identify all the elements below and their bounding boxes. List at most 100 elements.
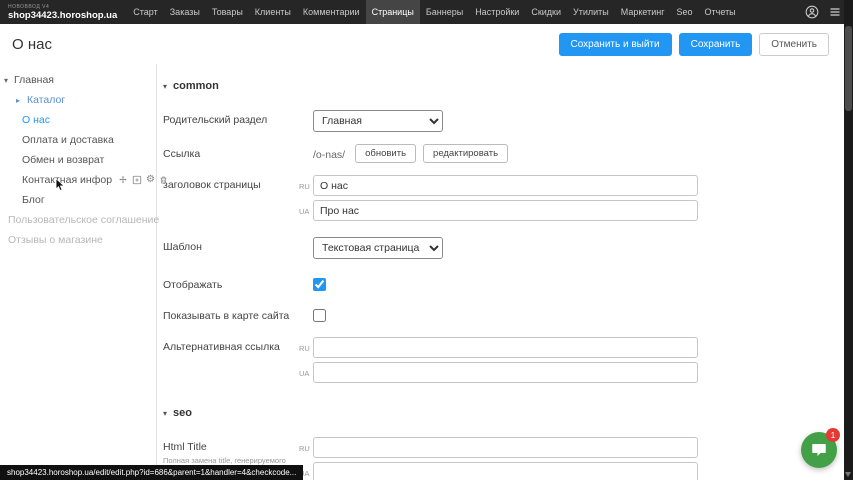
link-preview-statusbar: shop34423.horoshop.ua/edit/edit.php?id=6…: [0, 465, 303, 480]
mouse-cursor-icon: [55, 178, 65, 195]
menu-item-products[interactable]: Товары: [206, 0, 249, 24]
caret-right-icon: ▸: [16, 96, 20, 105]
sidebar-item-label: Оплата и доставка: [22, 134, 114, 146]
page-title-ua-input[interactable]: [313, 200, 698, 221]
sidebar-item-label: Обмен и возврат: [22, 154, 104, 166]
sidebar-item-user-agreement[interactable]: Пользовательское соглашение: [0, 210, 156, 230]
sitemap-checkbox[interactable]: [313, 309, 326, 322]
field-sitemap: Показывать в карте сайта: [163, 306, 853, 323]
section-title-label: seo: [173, 407, 192, 419]
field-link: Ссылка /o-nas/ обновить редактировать: [163, 144, 853, 163]
field-label: Html Title Полная замена title, генериру…: [163, 437, 299, 465]
menu-item-settings[interactable]: Настройки: [469, 0, 525, 24]
user-account-icon[interactable]: [805, 5, 819, 19]
menu-item-marketing[interactable]: Маркетинг: [615, 0, 671, 24]
scrollbar-down-arrow-icon[interactable]: [845, 472, 851, 477]
brand-domain: shop34423.horoshop.ua: [8, 10, 117, 21]
sidebar-item-payment-delivery[interactable]: Оплата и доставка: [0, 130, 156, 150]
lang-tag-ua: UA: [299, 200, 313, 216]
field-parent-section: Родительский раздел Главная: [163, 110, 853, 132]
alt-link-ru-input[interactable]: [313, 337, 698, 358]
header-buttons: Сохранить и выйти Сохранить Отменить: [559, 33, 830, 56]
drag-move-icon[interactable]: [118, 175, 128, 185]
sidebar-item-label: Главная: [14, 74, 54, 86]
section-seo[interactable]: ▾ seo: [163, 407, 853, 419]
field-alt-link: Альтернативная ссылка RU UA: [163, 337, 853, 383]
settings-gear-icon[interactable]: ⚙: [146, 175, 155, 185]
field-label: Шаблон: [163, 237, 299, 254]
item-action-icons: ⚙: [118, 175, 168, 185]
page-edit-form: ▾ common Родительский раздел Главная Ссы…: [157, 64, 853, 480]
menu-item-pages[interactable]: Страницы: [366, 0, 420, 24]
field-display: Отображать: [163, 275, 853, 292]
chat-bubble-icon: [810, 441, 828, 459]
menu-item-comments[interactable]: Комментарии: [297, 0, 366, 24]
page-header: О нас Сохранить и выйти Сохранить Отмени…: [0, 24, 853, 64]
sidebar-item-label: Блог: [22, 194, 45, 206]
sidebar-item-label: Отзывы о магазине: [8, 234, 103, 246]
html-title-ua-input[interactable]: [313, 462, 698, 480]
vertical-scrollbar[interactable]: [844, 0, 853, 480]
sidebar-item-about-us[interactable]: О нас: [0, 110, 156, 130]
topbar: НОВОВВОД V4 shop34423.horoshop.ua Старт …: [0, 0, 853, 24]
sidebar-item-exchange-return[interactable]: Обмен и возврат: [0, 150, 156, 170]
page-title: О нас: [12, 36, 52, 53]
delete-trash-icon[interactable]: [159, 175, 168, 185]
sidebar-item-blog[interactable]: Блог: [0, 190, 156, 210]
html-title-label: Html Title: [163, 441, 207, 453]
menu-item-reports[interactable]: Отчеты: [699, 0, 742, 24]
menu-item-banners[interactable]: Баннеры: [420, 0, 469, 24]
html-title-ru-input[interactable]: [313, 437, 698, 458]
chat-launcher-button[interactable]: 1: [801, 432, 837, 468]
section-common[interactable]: ▾ common: [163, 80, 853, 92]
alt-link-ua-input[interactable]: [313, 362, 698, 383]
section-title-label: common: [173, 80, 219, 92]
caret-down-icon: ▾: [4, 76, 8, 85]
field-label: заголовок страницы: [163, 175, 299, 192]
field-page-title: заголовок страницы RU UA: [163, 175, 853, 221]
sidebar-item-catalog[interactable]: ▸ Каталог: [0, 90, 156, 110]
lang-tag-ru: RU: [299, 175, 313, 191]
menu-item-discounts[interactable]: Скидки: [525, 0, 567, 24]
page-title-ru-input[interactable]: [313, 175, 698, 196]
parent-section-select[interactable]: Главная: [313, 110, 443, 132]
add-page-icon[interactable]: [132, 175, 142, 185]
field-label: Альтернативная ссылка: [163, 337, 299, 354]
page-tree-sidebar: ▾ Главная ▸ Каталог О нас Оплата и доста…: [0, 64, 157, 480]
topbar-icons: [805, 0, 841, 24]
save-and-exit-button[interactable]: Сохранить и выйти: [559, 33, 672, 56]
menu-item-start[interactable]: Старт: [127, 0, 163, 24]
lang-tag-ua: UA: [299, 362, 313, 378]
menu-item-clients[interactable]: Клиенты: [249, 0, 297, 24]
template-select[interactable]: Текстовая страница: [313, 237, 443, 259]
field-label: Показывать в карте сайта: [163, 306, 299, 323]
field-label: Отображать: [163, 275, 299, 292]
scrollbar-thumb[interactable]: [845, 26, 852, 111]
field-template: Шаблон Текстовая страница: [163, 237, 853, 259]
lang-tag-ru: RU: [299, 437, 313, 453]
menu-item-orders[interactable]: Заказы: [164, 0, 206, 24]
caret-down-icon: ▾: [163, 409, 167, 418]
sidebar-item-label: Контактная инфор: [22, 174, 112, 186]
sidebar-item-contact-info[interactable]: Контактная инфор ⚙: [0, 170, 156, 190]
menu-item-seo[interactable]: Seo: [671, 0, 699, 24]
link-update-button[interactable]: обновить: [355, 144, 416, 163]
brand[interactable]: НОВОВВОД V4 shop34423.horoshop.ua: [0, 0, 127, 24]
content-layout: ▾ Главная ▸ Каталог О нас Оплата и доста…: [0, 64, 853, 480]
save-button[interactable]: Сохранить: [679, 33, 753, 56]
cancel-button[interactable]: Отменить: [759, 33, 829, 56]
sidebar-item-home[interactable]: ▾ Главная: [0, 70, 156, 90]
main-menu: Старт Заказы Товары Клиенты Комментарии …: [127, 0, 741, 24]
sidebar-item-label: О нас: [22, 114, 50, 126]
chat-unread-badge: 1: [826, 428, 840, 442]
display-checkbox[interactable]: [313, 278, 326, 291]
sidebar-item-label: Каталог: [27, 94, 65, 106]
hamburger-menu-icon[interactable]: [829, 6, 841, 18]
menu-item-utilities[interactable]: Утилиты: [567, 0, 615, 24]
field-label: Ссылка: [163, 144, 299, 161]
sidebar-item-label: Пользовательское соглашение: [8, 214, 159, 226]
link-edit-button[interactable]: редактировать: [423, 144, 508, 163]
sidebar-item-store-reviews[interactable]: Отзывы о магазине: [0, 230, 156, 250]
link-value: /o-nas/: [313, 144, 345, 161]
caret-down-icon: ▾: [163, 82, 167, 91]
